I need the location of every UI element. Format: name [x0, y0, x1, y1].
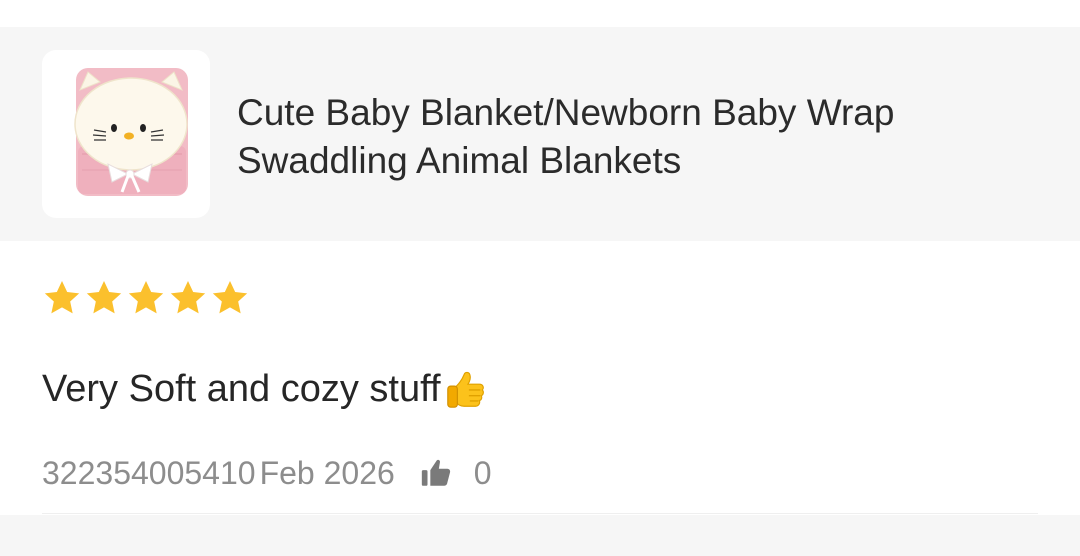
like-count: 0	[473, 454, 492, 491]
star-icon	[44, 281, 80, 314]
star-icon	[170, 281, 206, 314]
product-title[interactable]: Cute Baby Blanket/Newborn Baby Wrap Swad…	[237, 89, 1037, 185]
review-body: Very Soft and cozy stuff	[42, 368, 441, 410]
review-text: Very Soft and cozy stuff	[42, 361, 489, 417]
product-image[interactable]	[42, 50, 210, 218]
reviewer-id: 322354005410	[42, 454, 256, 491]
divider	[42, 513, 1038, 514]
top-strip	[0, 0, 1080, 27]
star-icon	[128, 281, 164, 314]
thumbs-up-icon	[421, 459, 450, 486]
star-icon	[86, 281, 122, 314]
review-date: Feb 2026	[259, 454, 395, 491]
like-button[interactable]: 0	[419, 455, 492, 492]
thumbs-up-emoji-icon	[446, 371, 484, 408]
bottom-strip	[0, 515, 1080, 556]
product-card[interactable]: Cute Baby Blanket/Newborn Baby Wrap Swad…	[0, 27, 1080, 241]
star-rating	[42, 277, 250, 321]
pink-kitty-blanket-image	[74, 68, 188, 196]
star-icon	[212, 281, 248, 314]
review-meta: 322354005410 Feb 2026 0	[42, 451, 492, 495]
review-card: Very Soft and cozy stuff 322354005410 Fe…	[0, 241, 1080, 515]
